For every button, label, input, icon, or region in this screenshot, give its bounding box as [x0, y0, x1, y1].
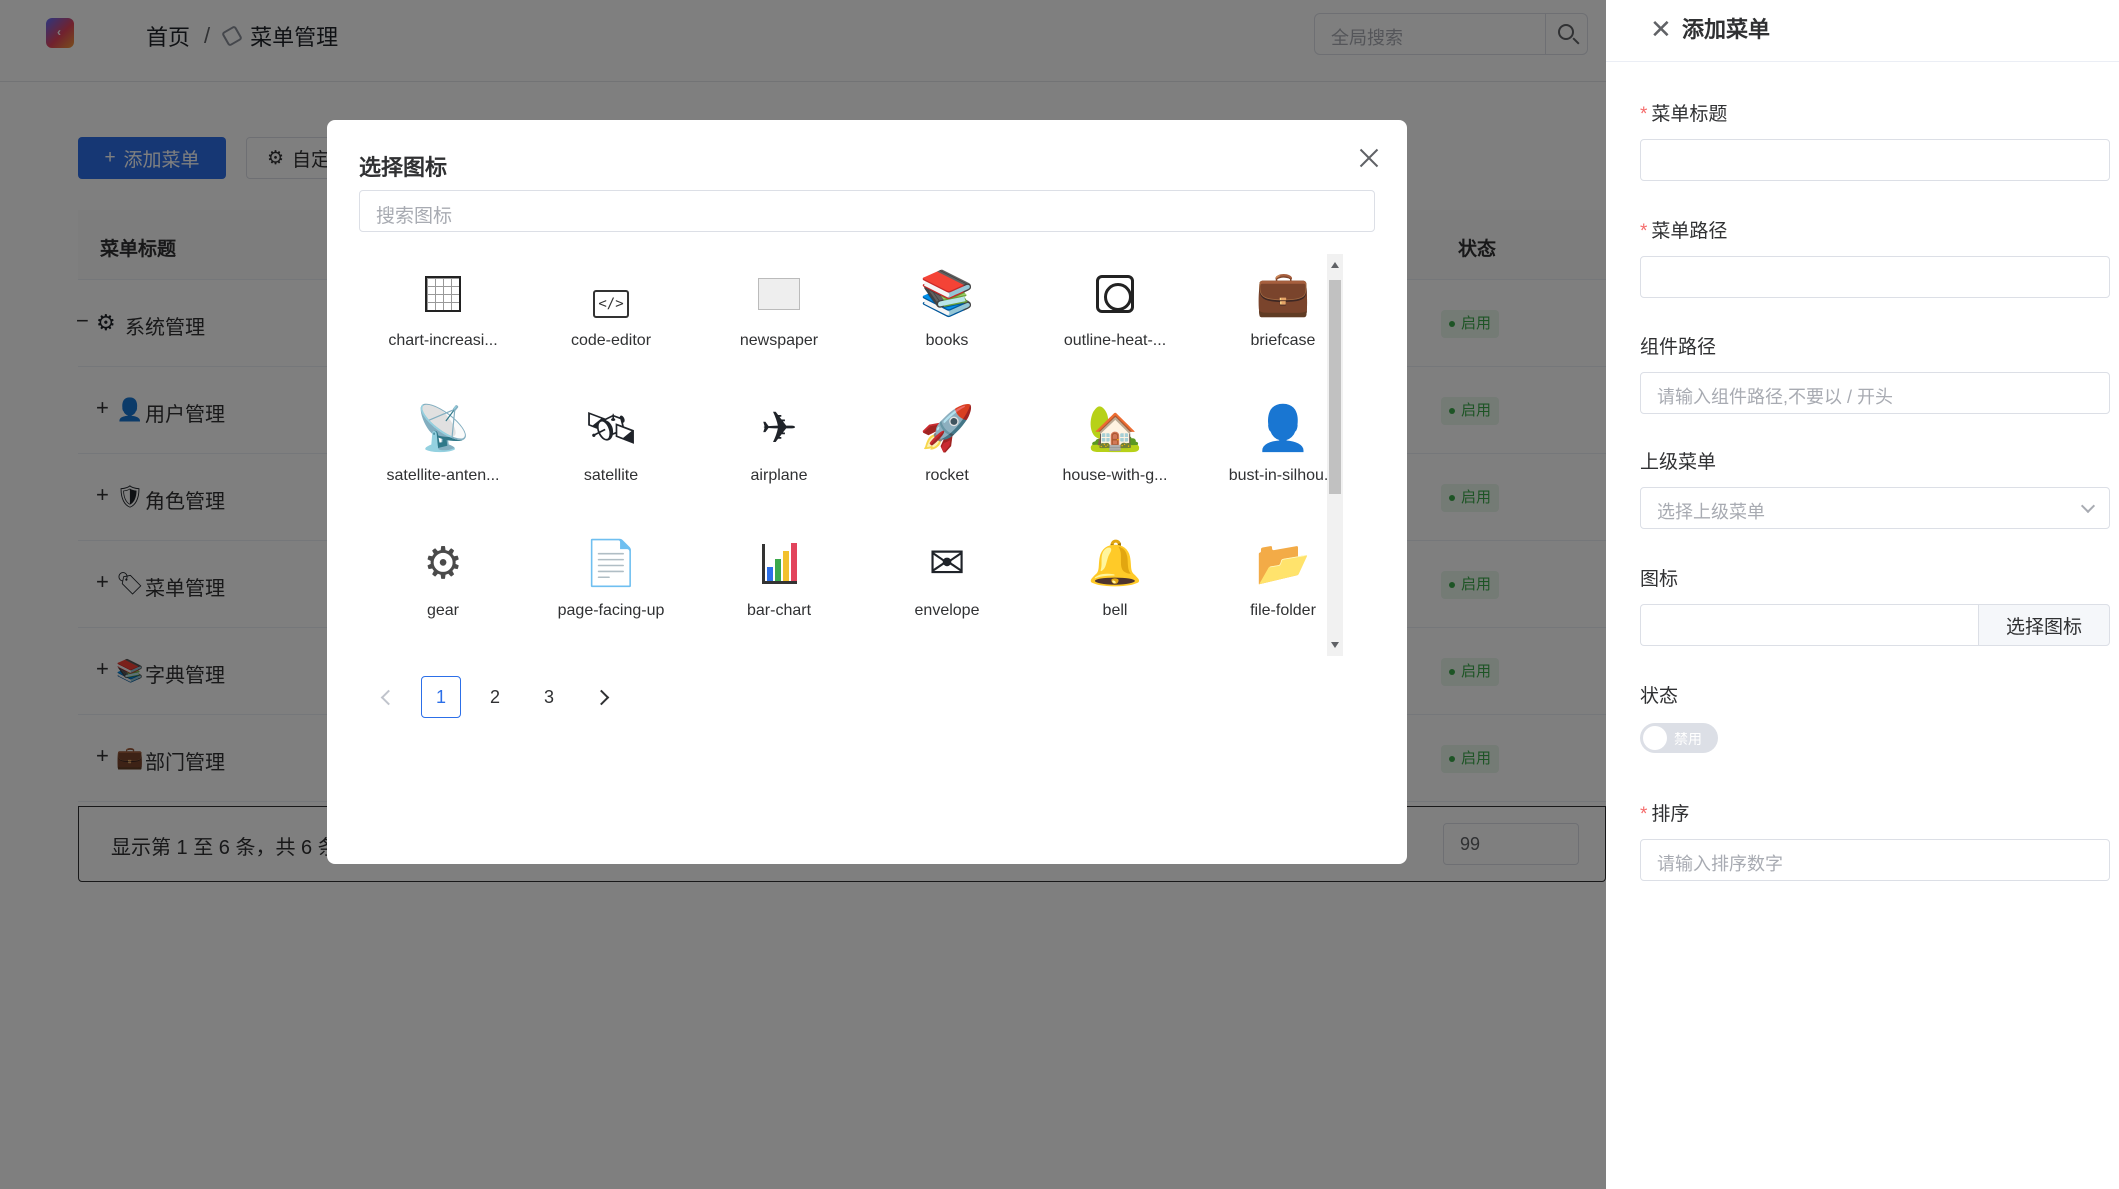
icon-option[interactable]: newspaper [695, 254, 863, 389]
icon-grid: chart-increasi... </> code-editor newspaper… [359, 254, 1367, 656]
icon-option-label: house-with-g... [1062, 467, 1168, 484]
books-icon: 📚 [919, 269, 975, 318]
icon-search-input[interactable]: 搜索图标 [359, 190, 1375, 232]
icon-option-label: airplane [750, 467, 808, 484]
icon-option[interactable]: bar-chart [695, 524, 863, 656]
parent-menu-select[interactable]: 选择上级菜单 [1640, 487, 2110, 529]
menu-title-field: * 菜单标题 [1640, 99, 2110, 181]
gear-icon: ⚙ [423, 539, 463, 588]
icon-option-label: satellite [583, 467, 639, 484]
parent-menu-label: 上级菜单 [1640, 452, 1717, 473]
drawer-header: ✕ 添加菜单 [1606, 0, 2119, 62]
house-with-garden-icon: 🏡 [1087, 404, 1143, 453]
icon-option-label: bar-chart [746, 602, 812, 619]
icon-field: 图标 选择图标 [1640, 564, 2110, 646]
icon-option[interactable]: </> code-editor [527, 254, 695, 389]
envelope-icon: ✉ [928, 539, 966, 588]
icon-label: 图标 [1640, 569, 1679, 590]
icon-option-label: books [925, 332, 969, 349]
status-label: 状态 [1640, 686, 1679, 707]
icon-pagination: 123 [367, 676, 623, 718]
prev-page-icon[interactable] [367, 676, 407, 718]
icon-search-placeholder: 搜索图标 [376, 206, 453, 227]
icon-option[interactable]: ✈ airplane [695, 389, 863, 524]
icon-option[interactable]: 📄 page-facing-up [527, 524, 695, 656]
icon-option[interactable]: outline-heat-... [1031, 254, 1199, 389]
icon-option[interactable]: 🏡 house-with-g... [1031, 389, 1199, 524]
rocket-icon: 🚀 [919, 404, 975, 453]
icon-option-label: bell [1102, 602, 1128, 619]
scroll-down-icon[interactable] [1331, 642, 1339, 648]
menu-title-label: 菜单标题 [1651, 104, 1728, 125]
chart-increasing-icon [359, 266, 527, 326]
icon-option[interactable]: ✉ envelope [863, 524, 1031, 656]
page-facing-up-icon: 📄 [583, 539, 639, 588]
required-mark: * [1640, 804, 1648, 825]
menu-path-input[interactable] [1640, 256, 2110, 298]
icon-option[interactable]: 🔔 bell [1031, 524, 1199, 656]
icon-option-label: code-editor [570, 332, 652, 349]
icon-option-label: rocket [925, 467, 969, 484]
parent-menu-placeholder: 选择上级菜单 [1657, 502, 1765, 522]
icon-option-label: newspaper [739, 332, 819, 349]
drawer-title: 添加菜单 [1682, 17, 1771, 42]
parent-menu-field: 上级菜单 选择上级菜单 [1640, 447, 2110, 529]
icon-option-label: envelope [914, 602, 980, 619]
icon-option[interactable]: 🛰 satellite [527, 389, 695, 524]
component-path-field: 组件路径 请输入组件路径,不要以 / 开头 [1640, 332, 2110, 414]
sort-label: 排序 [1651, 804, 1690, 825]
icon-option[interactable]: ⚙ gear [359, 524, 527, 656]
icon-option[interactable]: 🚀 rocket [863, 389, 1031, 524]
select-icon-modal: 选择图标 搜索图标 chart-increasi... </> code-edito… [327, 120, 1407, 864]
status-toggle-label: 禁用 [1674, 731, 1702, 747]
required-mark: * [1640, 221, 1648, 242]
newspaper-icon [695, 266, 863, 324]
scrollbar-thumb[interactable] [1329, 280, 1341, 494]
component-path-input[interactable]: 请输入组件路径,不要以 / 开头 [1640, 372, 2110, 414]
component-path-placeholder: 请输入组件路径,不要以 / 开头 [1657, 387, 1894, 407]
component-path-label: 组件路径 [1640, 337, 1717, 358]
sort-placeholder: 请输入排序数字 [1657, 854, 1783, 874]
menu-title-input[interactable] [1640, 139, 2110, 181]
icon-option[interactable]: 📡 satellite-anten... [359, 389, 527, 524]
icon-option[interactable]: 📚 books [863, 254, 1031, 389]
page-button[interactable]: 3 [529, 676, 569, 718]
sort-input[interactable]: 请输入排序数字 [1640, 839, 2110, 881]
modal-title: 选择图标 [359, 155, 448, 180]
page-button[interactable]: 1 [421, 676, 461, 718]
icon-input[interactable] [1640, 604, 1978, 646]
page-button[interactable]: 2 [475, 676, 515, 718]
airplane-icon: ✈ [760, 404, 798, 453]
icon-option-label: gear [426, 602, 460, 619]
icon-option-label: satellite-anten... [386, 467, 500, 484]
scroll-up-icon[interactable] [1331, 262, 1339, 268]
menu-path-field: * 菜单路径 [1640, 216, 2110, 298]
toggle-knob [1643, 726, 1667, 750]
outline-heat-icon [1031, 266, 1199, 327]
select-icon-button[interactable]: 选择图标 [1978, 604, 2110, 646]
icon-grid-scrollbar[interactable] [1327, 254, 1343, 656]
sort-field: * 排序 请输入排序数字 [1640, 799, 2110, 881]
satellite-icon: 🛰 [583, 404, 639, 453]
next-page-icon[interactable] [583, 676, 623, 718]
required-mark: * [1640, 104, 1648, 125]
status-toggle[interactable]: 禁用 [1640, 723, 1718, 753]
add-menu-drawer: ✕ 添加菜单 * 菜单标题 * 菜单路径 组件路径 请输入组件路径,不要以 / 开头… [1606, 0, 2119, 1189]
status-field: 状态 禁用 [1640, 681, 2110, 753]
chevron-down-icon [2080, 498, 2096, 514]
icon-option-label: page-facing-up [557, 602, 665, 619]
code-editor-icon: </> [527, 266, 695, 322]
bar-chart-icon [695, 536, 863, 595]
bell-icon: 🔔 [1087, 539, 1143, 588]
icon-option[interactable]: chart-increasi... [359, 254, 527, 389]
icon-option-label: outline-heat-... [1063, 332, 1167, 349]
close-icon[interactable]: ✕ [1650, 14, 1672, 45]
icon-option-label: chart-increasi... [388, 332, 498, 349]
menu-path-label: 菜单路径 [1651, 221, 1728, 242]
close-icon[interactable] [1355, 144, 1383, 172]
satellite-antenna-icon: 📡 [415, 404, 471, 453]
